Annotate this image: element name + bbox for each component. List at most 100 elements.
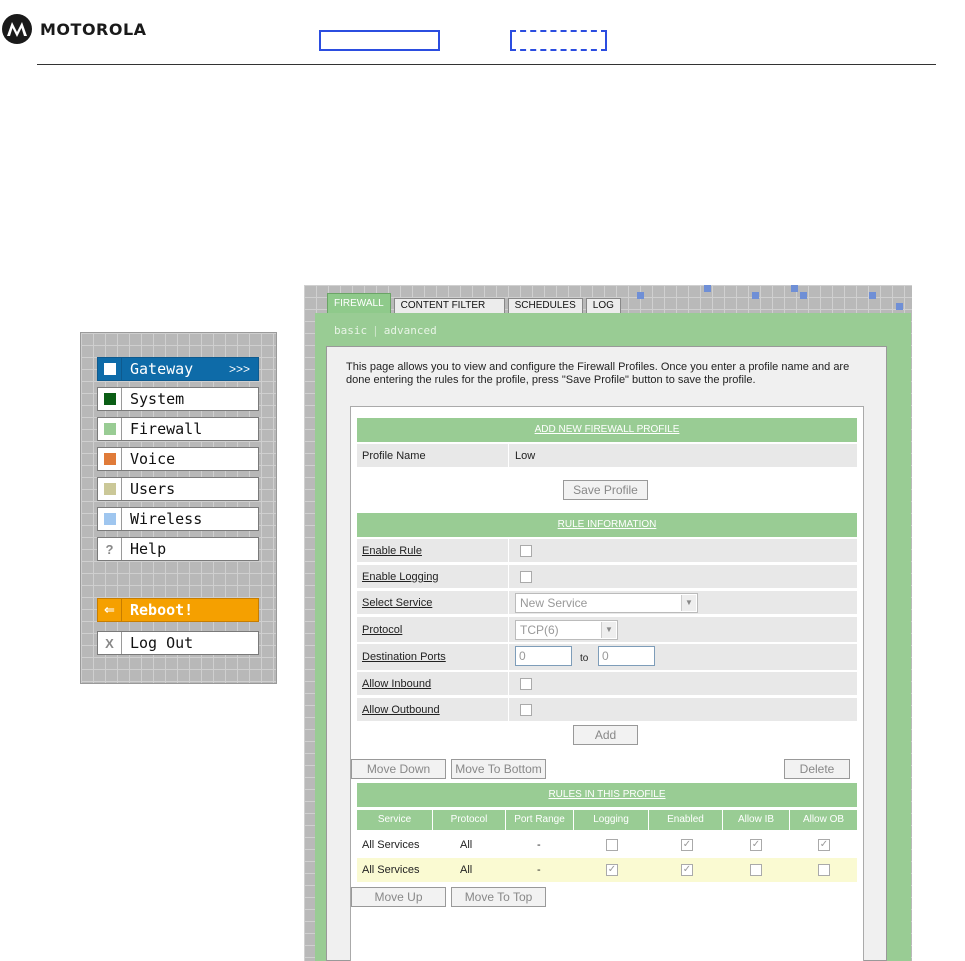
port-to-input[interactable]: 0 — [598, 646, 655, 666]
allow-ib-checkbox: ✓ — [750, 839, 762, 851]
tab-firewall[interactable]: FIREWALL — [327, 293, 391, 313]
cell-protocol: All — [460, 839, 473, 851]
cell-port-range: - — [537, 864, 541, 876]
enable-rule-label[interactable]: Enable Rule — [362, 545, 422, 557]
row-divider — [508, 617, 509, 643]
service-select-value: New Service — [520, 596, 588, 610]
column-header: Logging — [574, 810, 649, 830]
nav-item-wireless[interactable]: Wireless — [97, 507, 259, 531]
allow-outbound-row: Allow Outbound — [357, 698, 857, 722]
decor-square — [800, 292, 807, 299]
nav-item-help[interactable]: ? Help — [97, 537, 259, 561]
destination-ports-label[interactable]: Destination Ports — [362, 651, 446, 663]
sidebar-nav: Gateway >>> System Firewall Voice Users … — [80, 332, 277, 684]
chevron-down-icon: ▼ — [601, 622, 616, 638]
enable-logging-row: Enable Logging — [357, 565, 857, 589]
allow-ib-checkbox — [750, 864, 762, 876]
profile-name-value: Low — [515, 450, 536, 462]
move-down-button[interactable]: Move Down — [351, 759, 446, 779]
rule-info-header[interactable]: RULE INFORMATION — [357, 513, 857, 537]
column-header: Enabled — [649, 810, 723, 830]
column-header: Service — [357, 810, 433, 830]
protocol-select[interactable]: TCP(6) ▼ — [515, 620, 618, 640]
decor-square — [637, 292, 644, 299]
row-divider — [508, 698, 509, 722]
nav-item-label: Gateway — [130, 360, 194, 378]
destination-ports-row: Destination Ports 0 to 0 — [357, 644, 857, 671]
main-content: This page allows you to view and configu… — [326, 346, 887, 961]
nav-item-users[interactable]: Users — [97, 477, 259, 501]
enable-rule-checkbox[interactable] — [520, 545, 532, 557]
tab-schedules[interactable]: SCHEDULES — [507, 298, 583, 313]
nav-item-gateway[interactable]: Gateway >>> — [97, 357, 259, 381]
allow-inbound-checkbox[interactable] — [520, 678, 532, 690]
subtab-advanced[interactable]: advanced — [384, 324, 437, 337]
cell-service: All Services — [362, 839, 420, 851]
reboot-button[interactable]: ⇐ Reboot! — [97, 598, 259, 622]
reboot-label: Reboot! — [130, 601, 194, 619]
close-icon: X — [98, 632, 122, 654]
logout-label: Log Out — [130, 634, 194, 652]
row-divider — [508, 444, 509, 468]
tab-bar: FIREWALL CONTENT FILTER SCHEDULES LOG — [327, 293, 624, 313]
nav-item-label: Firewall — [130, 420, 203, 438]
logging-checkbox — [606, 839, 618, 851]
allow-outbound-checkbox[interactable] — [520, 704, 532, 716]
nav-item-voice[interactable]: Voice — [97, 447, 259, 471]
delete-button[interactable]: Delete — [784, 759, 850, 779]
decor-square — [869, 292, 876, 299]
decor-square — [896, 303, 903, 310]
gateway-color-icon — [98, 358, 122, 380]
expand-arrow-icon: >>> — [228, 362, 250, 376]
move-to-bottom-button[interactable]: Move To Bottom — [451, 759, 546, 779]
table-row[interactable]: All Services All - ✓ ✓ — [357, 858, 857, 882]
subtab-basic[interactable]: basic — [334, 324, 367, 337]
row-divider — [508, 591, 509, 615]
nav-item-firewall[interactable]: Firewall — [97, 417, 259, 441]
header-placeholder-dashed-box — [510, 30, 607, 51]
profile-name-label: Profile Name — [362, 450, 426, 462]
header-placeholder-box — [319, 30, 440, 51]
logging-checkbox: ✓ — [606, 864, 618, 876]
row-divider — [508, 644, 509, 671]
table-row[interactable]: All Services All - ✓ ✓ ✓ — [357, 833, 857, 857]
voice-color-icon — [98, 448, 122, 470]
enable-logging-checkbox[interactable] — [520, 571, 532, 583]
service-select[interactable]: New Service ▼ — [515, 593, 698, 613]
nav-item-label: System — [130, 390, 185, 408]
move-up-button[interactable]: Move Up — [351, 887, 446, 907]
row-divider — [508, 539, 509, 563]
row-divider — [508, 672, 509, 696]
row-divider — [508, 565, 509, 589]
chevron-down-icon: ▼ — [681, 595, 696, 611]
column-header: Protocol — [433, 810, 506, 830]
motorola-logo: MOTOROLA — [2, 14, 147, 44]
cell-protocol: All — [460, 864, 473, 876]
header-divider — [37, 64, 936, 65]
nav-item-label: Help — [130, 540, 167, 558]
nav-item-system[interactable]: System — [97, 387, 259, 411]
firewall-panel: FIREWALL CONTENT FILTER SCHEDULES LOG ba… — [304, 285, 912, 961]
motorola-batwing-icon — [2, 14, 32, 44]
move-to-top-button[interactable]: Move To Top — [451, 887, 546, 907]
logout-button[interactable]: X Log Out — [97, 631, 259, 655]
tab-log[interactable]: LOG — [585, 298, 621, 313]
column-header: Port Range — [506, 810, 574, 830]
rules-table-header[interactable]: RULES IN THIS PROFILE — [357, 783, 857, 807]
decor-square — [704, 285, 711, 292]
decor-square — [791, 285, 798, 292]
enable-logging-label[interactable]: Enable Logging — [362, 571, 438, 583]
allow-outbound-label[interactable]: Allow Outbound — [362, 704, 440, 716]
reboot-icon: ⇐ — [98, 599, 122, 621]
tab-content-filter[interactable]: CONTENT FILTER — [393, 298, 505, 313]
system-color-icon — [98, 388, 122, 410]
allow-inbound-label[interactable]: Allow Inbound — [362, 678, 431, 690]
protocol-label[interactable]: Protocol — [362, 624, 402, 636]
save-profile-button[interactable]: Save Profile — [563, 480, 648, 500]
port-to-label: to — [580, 653, 589, 664]
add-rule-button[interactable]: Add — [573, 725, 638, 745]
port-from-input[interactable]: 0 — [515, 646, 572, 666]
protocol-row: Protocol TCP(6) ▼ — [357, 617, 857, 643]
add-profile-header[interactable]: ADD NEW FIREWALL PROFILE — [357, 418, 857, 442]
select-service-label[interactable]: Select Service — [362, 597, 432, 609]
